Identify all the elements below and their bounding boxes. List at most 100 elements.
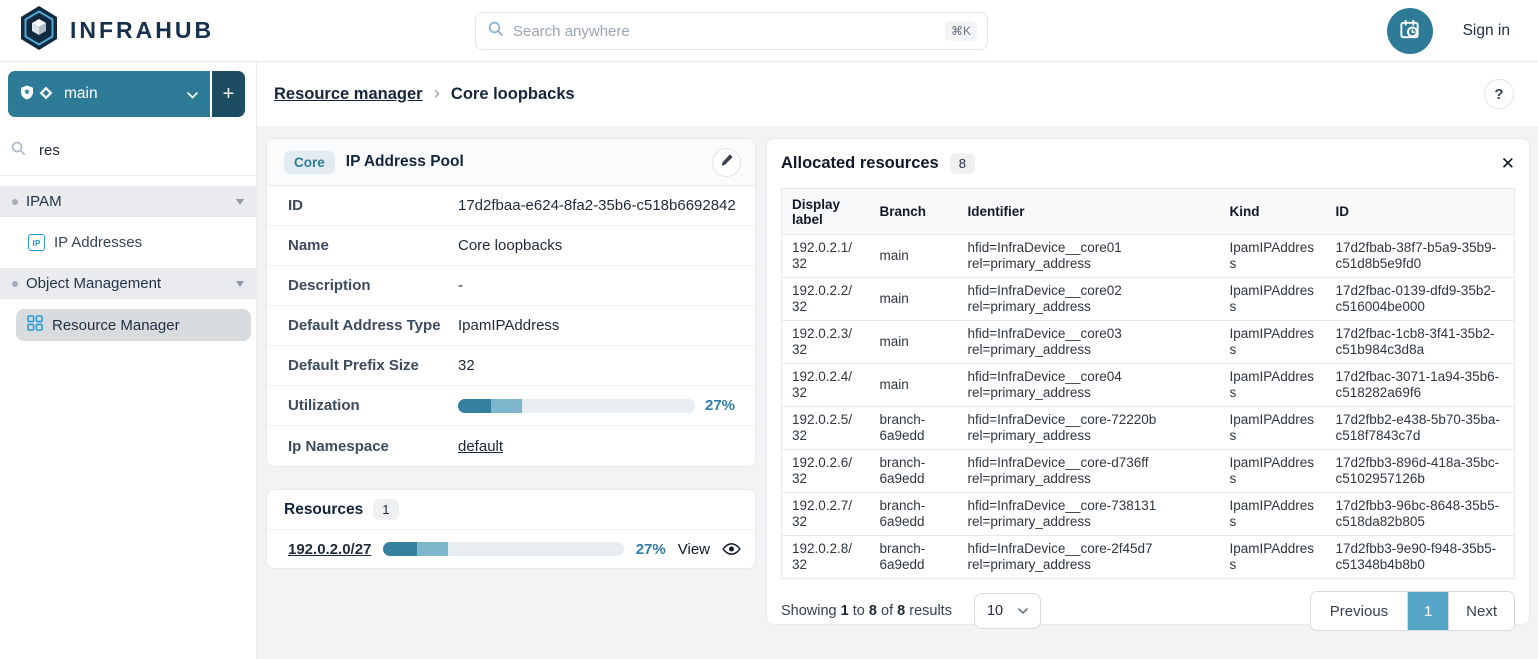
cell-kind: IpamIPAddress xyxy=(1220,278,1326,321)
sidebar-filter-input[interactable]: res xyxy=(0,126,256,176)
cell-identifier: hfid=InfraDevice__core04rel=primary_addr… xyxy=(958,364,1220,407)
column-header-display-label: Display label xyxy=(782,189,870,235)
progress-segment-dark xyxy=(458,399,491,413)
sidebar-section-ipam[interactable]: IPAM xyxy=(0,186,256,217)
breadcrumb-current-page: Core loopbacks xyxy=(451,85,575,104)
ip-address-icon: IP xyxy=(28,234,45,251)
cell-id: 17d2fbb3-96bc-8648-35b5-c518da82b805 xyxy=(1326,493,1515,536)
pagination: Previous 1 Next xyxy=(1310,591,1515,631)
brand-name: INFRAHUB xyxy=(70,17,214,44)
cell-display-label: 192.0.2.2/32 xyxy=(782,278,870,321)
sidebar-item-ip-addresses[interactable]: IP IP Addresses xyxy=(0,227,256,258)
table-row[interactable]: 192.0.2.1/32 main hfid=InfraDevice__core… xyxy=(782,235,1515,278)
results-summary: Showing 1 to 8 of 8 results xyxy=(781,603,952,619)
cell-id: 17d2fbac-1cb8-3f41-35b2-c51b984c3d8a xyxy=(1326,321,1515,364)
grid-icon xyxy=(27,315,43,335)
pool-card-header: Core IP Address Pool xyxy=(267,139,755,186)
table-row[interactable]: 192.0.2.5/32 branch-6a9edd hfid=InfraDev… xyxy=(782,407,1515,450)
header-actions: Sign in xyxy=(1387,8,1510,54)
cell-branch: main xyxy=(870,321,958,364)
search-icon xyxy=(488,21,504,42)
allocated-count-badge: 8 xyxy=(950,153,975,174)
pool-card-title: IP Address Pool xyxy=(346,153,464,171)
global-search-input[interactable]: Search anywhere ⌘K xyxy=(475,12,988,50)
sidebar-section-object-management[interactable]: Object Management xyxy=(0,268,256,299)
progress-segment-light xyxy=(491,399,522,413)
page-1-button[interactable]: 1 xyxy=(1408,592,1448,630)
allocated-resources-table: Display label Branch Identifier Kind ID … xyxy=(781,188,1515,579)
cell-id: 17d2fbb2-e438-5b70-35ba-c518f7843c7d xyxy=(1326,407,1515,450)
sign-in-button[interactable]: Sign in xyxy=(1463,22,1510,40)
table-row[interactable]: 192.0.2.3/32 main hfid=InfraDevice__core… xyxy=(782,321,1515,364)
cell-kind: IpamIPAddress xyxy=(1220,321,1326,364)
next-page-button[interactable]: Next xyxy=(1448,592,1514,630)
prefix-link[interactable]: 192.0.2.0/27 xyxy=(288,541,371,558)
progress-segment-dark xyxy=(383,542,417,556)
edit-pool-button[interactable] xyxy=(712,148,741,177)
app-root: INFRAHUB Search anywhere ⌘K xyxy=(0,0,1538,659)
resource-percent: 27% xyxy=(636,541,666,558)
cell-kind: IpamIPAddress xyxy=(1220,407,1326,450)
chevron-right-icon: › xyxy=(434,83,440,105)
view-button[interactable]: View xyxy=(678,541,710,558)
pencil-icon xyxy=(720,154,733,170)
cell-identifier: hfid=InfraDevice__core01rel=primary_addr… xyxy=(958,235,1220,278)
table-row[interactable]: 192.0.2.2/32 main hfid=InfraDevice__core… xyxy=(782,278,1515,321)
chevron-down-icon xyxy=(1018,603,1028,619)
branch-selector-row: main + xyxy=(0,62,256,126)
main-area: Resource manager › Core loopbacks ? Core… xyxy=(257,62,1538,659)
search-placeholder: Search anywhere xyxy=(513,23,945,40)
cell-display-label: 192.0.2.8/32 xyxy=(782,536,870,579)
eye-icon[interactable] xyxy=(722,542,741,556)
field-label: Default Address Type xyxy=(288,317,458,334)
sidebar-item-label: Resource Manager xyxy=(52,317,180,334)
column-header-id: ID xyxy=(1326,189,1515,235)
field-label: Default Prefix Size xyxy=(288,357,458,374)
help-button[interactable]: ? xyxy=(1484,79,1514,109)
table-header-row: Display label Branch Identifier Kind ID xyxy=(782,189,1515,235)
cell-identifier: hfid=InfraDevice__core03rel=primary_addr… xyxy=(958,321,1220,364)
search-icon xyxy=(11,141,26,161)
table-row[interactable]: 192.0.2.7/32 branch-6a9edd hfid=InfraDev… xyxy=(782,493,1515,536)
cell-branch: main xyxy=(870,278,958,321)
cell-branch: main xyxy=(870,235,958,278)
previous-page-button[interactable]: Previous xyxy=(1311,592,1408,630)
core-kind-badge: Core xyxy=(284,151,335,174)
table-footer: Showing 1 to 8 of 8 results 10 xyxy=(781,591,1515,631)
shield-icon xyxy=(20,85,34,103)
section-bullet-icon xyxy=(12,281,18,287)
field-label: Name xyxy=(288,237,458,254)
top-header: INFRAHUB Search anywhere ⌘K xyxy=(0,0,1538,62)
branch-selector-button[interactable]: main xyxy=(8,71,210,117)
table-row[interactable]: 192.0.2.4/32 main hfid=InfraDevice__core… xyxy=(782,364,1515,407)
field-value: - xyxy=(458,277,463,294)
page-size-select[interactable]: 10 xyxy=(974,593,1041,629)
allocated-resources-panel: Allocated resources 8 ✕ Display label Br… xyxy=(766,138,1530,625)
sidebar-item-resource-manager[interactable]: Resource Manager xyxy=(16,309,251,341)
brand-logo[interactable]: INFRAHUB xyxy=(0,5,214,56)
cell-display-label: 192.0.2.4/32 xyxy=(782,364,870,407)
table-row[interactable]: 192.0.2.6/32 branch-6a9edd hfid=InfraDev… xyxy=(782,450,1515,493)
cell-display-label: 192.0.2.6/32 xyxy=(782,450,870,493)
breadcrumb-resource-manager-link[interactable]: Resource manager xyxy=(274,85,423,104)
cell-id: 17d2fbab-38f7-b5a9-35b9-c51d8b5e9fd0 xyxy=(1326,235,1515,278)
progress-segment-light xyxy=(417,542,448,556)
chevron-down-icon xyxy=(187,87,198,102)
cell-branch: branch-6a9edd xyxy=(870,536,958,579)
cell-branch: branch-6a9edd xyxy=(870,450,958,493)
cell-id: 17d2fbb3-896d-418a-35bc-c5102957126b xyxy=(1326,450,1515,493)
close-icon[interactable]: ✕ xyxy=(1501,155,1515,172)
utilization-percent: 27% xyxy=(705,397,735,414)
cell-display-label: 192.0.2.1/32 xyxy=(782,235,870,278)
allocated-panel-header: Allocated resources 8 ✕ xyxy=(781,153,1515,174)
cell-kind: IpamIPAddress xyxy=(1220,536,1326,579)
namespace-link[interactable]: default xyxy=(458,438,503,455)
cell-id: 17d2fbb3-9e90-f948-35b5-c51348b4b8b0 xyxy=(1326,536,1515,579)
pool-field-row: Default Address Type IpamIPAddress xyxy=(267,306,755,346)
create-branch-button[interactable]: + xyxy=(212,71,245,117)
time-travel-button[interactable] xyxy=(1387,8,1433,54)
cell-display-label: 192.0.2.5/32 xyxy=(782,407,870,450)
resources-card-header: Resources 1 xyxy=(267,490,755,530)
cell-branch: branch-6a9edd xyxy=(870,407,958,450)
table-row[interactable]: 192.0.2.8/32 branch-6a9edd hfid=InfraDev… xyxy=(782,536,1515,579)
